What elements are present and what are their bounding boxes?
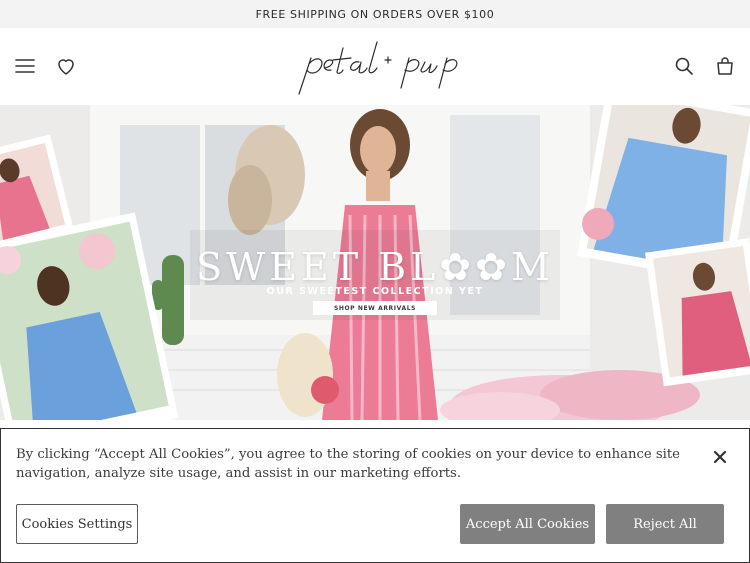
site-header (0, 28, 750, 105)
petal-pup-logo[interactable] (285, 36, 465, 96)
promo-bar: FREE SHIPPING ON ORDERS OVER $100 (0, 0, 750, 28)
cookie-consent-banner: By clicking “Accept All Cookies”, you ag… (0, 428, 750, 563)
promo-text: FREE SHIPPING ON ORDERS OVER $100 (255, 7, 495, 21)
close-icon[interactable] (709, 446, 731, 468)
shop-new-arrivals-button[interactable]: SHOP NEW ARRIVALS (313, 301, 437, 315)
menu-icon[interactable] (13, 54, 37, 78)
reject-all-button[interactable]: Reject All (606, 504, 724, 544)
bag-icon[interactable] (713, 54, 737, 78)
heart-icon[interactable] (54, 54, 78, 78)
cookies-settings-button[interactable]: Cookies Settings (16, 504, 138, 544)
search-icon[interactable] (672, 54, 696, 78)
hero-banner[interactable]: SWEET BL✿✿M OUR SWEETEST COLLECTION YET … (0, 105, 750, 420)
hero-title: SWEET BL✿✿M (196, 245, 554, 289)
accept-all-cookies-button[interactable]: Accept All Cookies (460, 504, 595, 544)
cookie-message: By clicking “Accept All Cookies”, you ag… (16, 447, 680, 481)
hero-subtitle: OUR SWEETEST COLLECTION YET (266, 286, 484, 297)
